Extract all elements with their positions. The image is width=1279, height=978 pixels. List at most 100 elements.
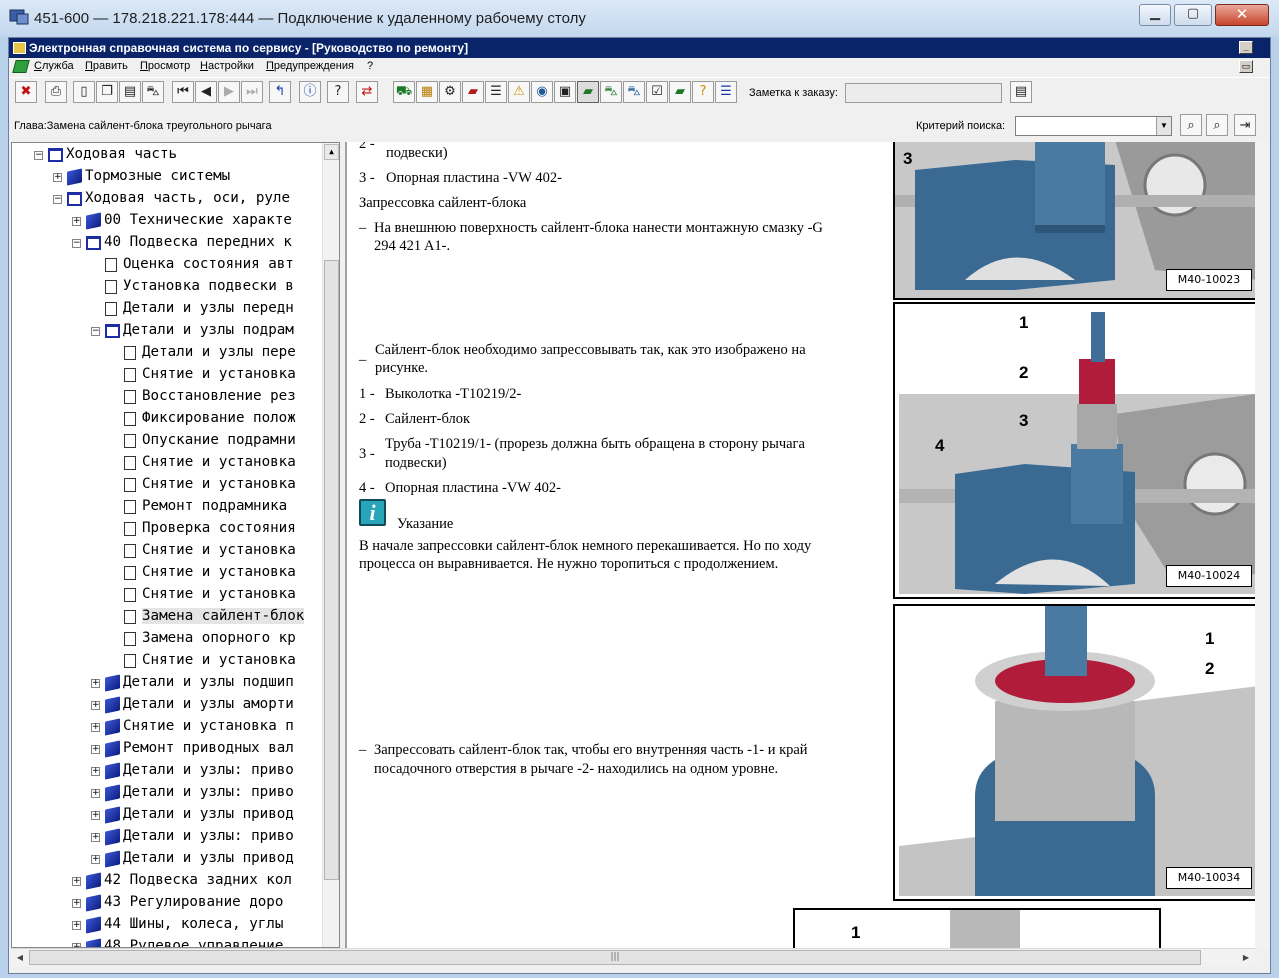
tree-item-label: Ремонт приводных вал <box>123 740 294 756</box>
tree-item-label: Фиксирование полож <box>142 410 296 426</box>
tree-scrollbar[interactable]: ▲ <box>322 143 339 947</box>
menu-service[interactable]: Служба <box>34 60 74 72</box>
close-button[interactable]: ✕ <box>1215 4 1269 26</box>
last-icon[interactable]: ⏭ <box>241 81 263 103</box>
instruction-text: рисунке. <box>375 360 429 376</box>
expand-icon[interactable]: + <box>72 921 81 930</box>
expand-icon[interactable]: + <box>72 217 81 226</box>
expand-icon[interactable]: + <box>91 767 100 776</box>
chapter-bar: Глава:Замена сайлент-блока треугольного … <box>9 114 1270 137</box>
expand-icon[interactable]: + <box>91 855 100 864</box>
expand-icon[interactable]: + <box>91 789 100 798</box>
scroll-up-icon[interactable]: ▲ <box>324 144 339 160</box>
disk-icon[interactable]: ▣ <box>554 81 576 103</box>
expand-icon[interactable]: + <box>91 811 100 820</box>
list-icon[interactable]: ☰ <box>485 81 507 103</box>
search-icon[interactable]: ⌕ <box>1180 114 1202 136</box>
tree-scroll-thumb[interactable] <box>324 260 339 880</box>
new-page-icon[interactable]: ▯ <box>73 81 95 103</box>
car-icon[interactable]: ⛍ <box>142 81 164 103</box>
page-icon <box>124 500 136 514</box>
minimize-button[interactable]: ▁ <box>1139 4 1171 26</box>
menu-warnings[interactable]: Предупреждения <box>266 60 354 72</box>
expand-icon[interactable]: + <box>91 679 100 688</box>
figure-illustration <box>895 304 1255 597</box>
menu-view[interactable]: Просмотр <box>140 60 190 72</box>
expand-icon[interactable]: + <box>91 745 100 754</box>
mdi-minimize-button[interactable]: _ <box>1239 41 1253 54</box>
green-car-icon[interactable]: ⛍ <box>600 81 622 103</box>
layers-icon[interactable]: ☰ <box>715 81 737 103</box>
sync-icon[interactable]: ⇄ <box>356 81 378 103</box>
search-criterion-select[interactable]: ▼ <box>1015 116 1172 136</box>
checklist-icon[interactable]: ☑ <box>646 81 668 103</box>
books-icon[interactable]: ▰ <box>669 81 691 103</box>
help-icon[interactable]: ? <box>327 81 349 103</box>
mdi-restore-button[interactable]: ▭ <box>1239 60 1253 73</box>
globe-icon[interactable]: ◉ <box>531 81 553 103</box>
book-icon <box>105 762 120 780</box>
app-titlebar: Электронная справочная система по сервис… <box>9 38 1270 58</box>
book-icon <box>105 784 120 802</box>
exit-icon[interactable]: ✖ <box>15 81 37 103</box>
chevron-down-icon[interactable]: ▼ <box>1156 117 1171 135</box>
page-icon <box>124 566 136 580</box>
collapse-icon[interactable]: − <box>34 151 43 160</box>
menu-help[interactable]: ? <box>367 60 373 72</box>
list-text: Опорная пластина -VW 402- <box>385 480 561 496</box>
book-icon <box>105 850 120 868</box>
expand-icon[interactable]: + <box>91 833 100 842</box>
blue-car-icon[interactable]: ⛍ <box>623 81 645 103</box>
prev-icon[interactable]: ◀ <box>195 81 217 103</box>
bullet: – <box>359 220 367 236</box>
content-hscrollbar[interactable]: ◀ ||| ▶ <box>11 948 1255 966</box>
list-number: 2 - <box>359 411 375 427</box>
book-icon <box>105 696 120 714</box>
instruction-text: посадочного отверстия в рычаге -2- наход… <box>374 761 779 777</box>
tree-item-label: Детали и узлы привод <box>123 806 294 822</box>
collapse-icon[interactable]: ⇥ <box>1234 114 1256 136</box>
engine-icon[interactable]: ⚙ <box>439 81 461 103</box>
menu-settings[interactable]: Настройки <box>200 60 254 72</box>
question-book-icon[interactable]: ? <box>692 81 714 103</box>
tree-item-label: Детали и узлы подшип <box>123 674 294 690</box>
notes-icon[interactable]: ▤ <box>1010 81 1032 103</box>
maximize-button[interactable]: ▢ <box>1174 4 1212 26</box>
app-icon <box>13 42 26 54</box>
green-book-icon[interactable]: ▰ <box>577 81 599 103</box>
document-icon[interactable]: ▤ <box>119 81 141 103</box>
next-icon[interactable]: ▶ <box>218 81 240 103</box>
collapse-icon[interactable]: − <box>72 239 81 248</box>
up-level-icon[interactable]: ↰ <box>269 81 291 103</box>
first-icon[interactable]: ⏮ <box>172 81 194 103</box>
expand-icon[interactable]: + <box>53 173 62 182</box>
scroll-left-icon[interactable]: ◀ <box>12 950 28 965</box>
menu-edit[interactable]: Править <box>85 60 128 72</box>
search-next-icon[interactable]: ⌕ <box>1206 114 1228 136</box>
instruction-text: Сайлент-блок необходимо запрессовывать т… <box>375 342 806 358</box>
book-red-icon[interactable]: ▰ <box>462 81 484 103</box>
book-icon <box>86 894 101 912</box>
scroll-right-icon[interactable]: ▶ <box>1238 950 1254 965</box>
maximize-icon: ▢ <box>1186 6 1200 21</box>
book-icon <box>86 212 101 230</box>
copy-icon[interactable]: ❐ <box>96 81 118 103</box>
hscroll-thumb[interactable]: ||| <box>29 950 1201 965</box>
section-heading: Запрессовка сайлент-блока <box>359 195 527 211</box>
collapse-icon[interactable]: − <box>53 195 62 204</box>
expand-icon[interactable]: + <box>91 701 100 710</box>
info-icon[interactable]: ⓘ <box>299 81 321 103</box>
calculator-icon[interactable]: ▦ <box>416 81 438 103</box>
content-vscrollbar[interactable] <box>1255 142 1270 948</box>
expand-icon[interactable]: + <box>72 877 81 886</box>
vehicle-icon[interactable]: ⛟ <box>393 81 415 103</box>
list-number: 4 - <box>359 480 375 496</box>
order-note-input[interactable] <box>845 83 1002 103</box>
collapse-icon[interactable]: − <box>91 327 100 336</box>
warning-icon[interactable]: ⚠ <box>508 81 530 103</box>
print-icon[interactable]: ⎙ <box>45 81 67 103</box>
tree-item-label: Снятие и установка <box>142 542 296 558</box>
tree-item-label: 43 Регулирование доро <box>104 894 284 910</box>
expand-icon[interactable]: + <box>91 723 100 732</box>
expand-icon[interactable]: + <box>72 899 81 908</box>
